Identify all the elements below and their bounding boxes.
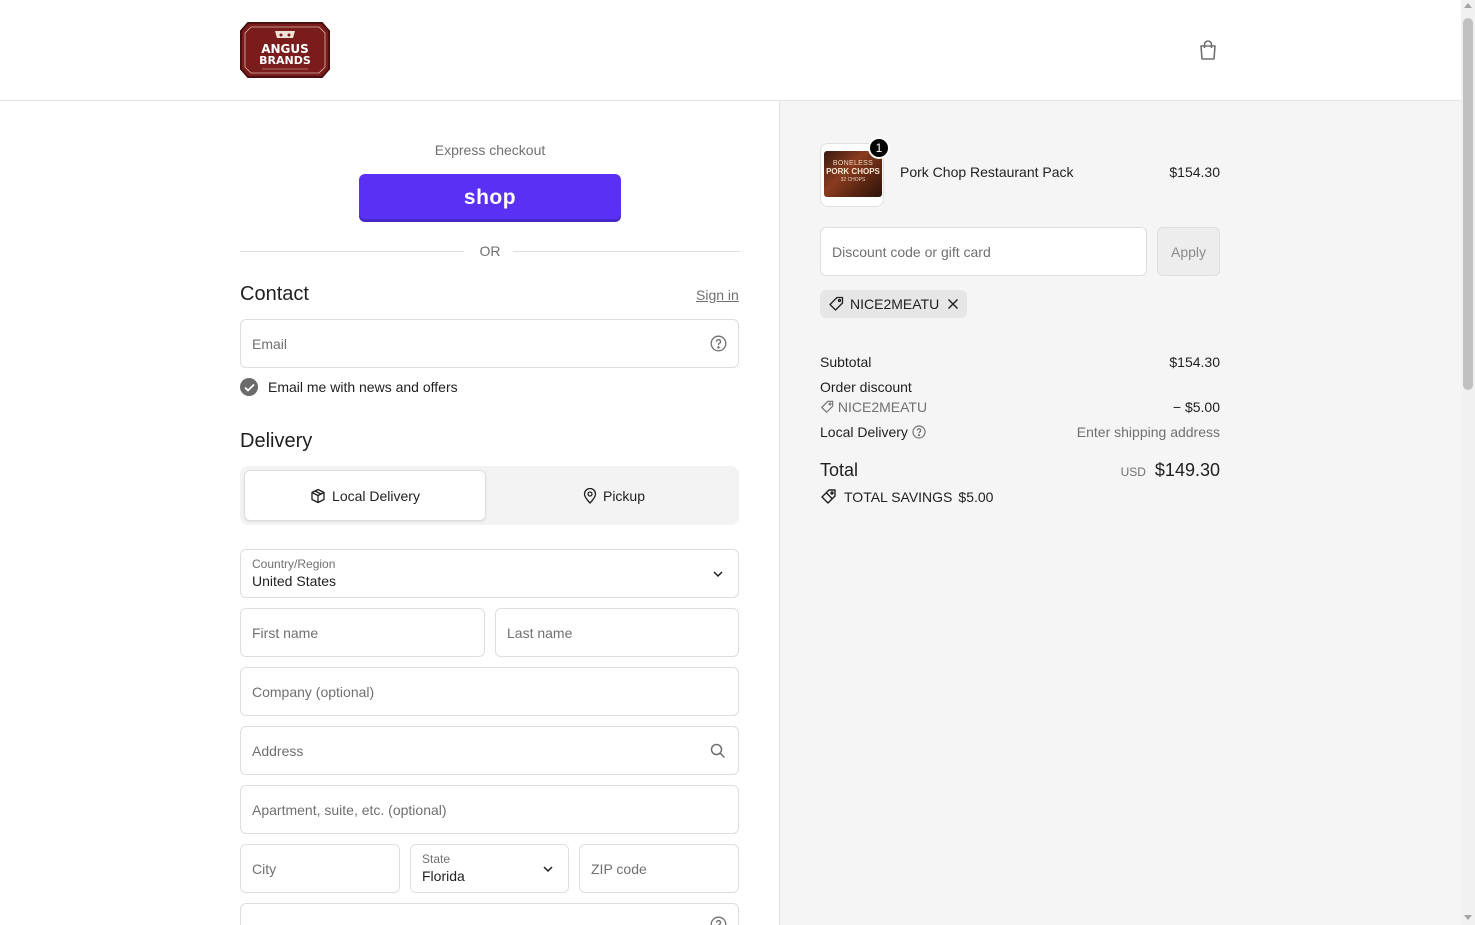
first-name-field-wrapper [240, 608, 485, 657]
shipping-label: Local Delivery [820, 424, 908, 440]
newsletter-row: Email me with news and offers [240, 378, 458, 396]
address-input[interactable] [241, 727, 738, 774]
first-name-input[interactable] [241, 609, 484, 656]
total-savings-row: TOTAL SAVINGS $5.00 [820, 488, 993, 505]
email-input[interactable] [241, 320, 738, 367]
state-select[interactable]: State Florida [410, 844, 569, 893]
local-delivery-option[interactable]: Local Delivery [244, 470, 486, 521]
order-discount-value: − $5.00 [1172, 399, 1220, 415]
scroll-down-arrow-icon[interactable] [1464, 915, 1472, 920]
zip-input[interactable] [580, 845, 738, 892]
search-icon [709, 742, 727, 760]
box-icon [311, 488, 325, 503]
last-name-field-wrapper [495, 608, 739, 657]
delivery-method-toggle: Local Delivery Pickup [240, 466, 739, 525]
apartment-field-wrapper [240, 785, 739, 834]
shipping-value: Enter shipping address [1076, 424, 1220, 440]
apply-button[interactable]: Apply [1157, 227, 1220, 276]
shop-pay-label: shop [463, 186, 517, 209]
savings-value: $5.00 [958, 488, 994, 505]
order-discount-code-row: NICE2MEATU [820, 399, 927, 415]
help-icon[interactable] [912, 425, 926, 439]
country-select[interactable]: Country/Region United States [240, 549, 739, 598]
address-field-wrapper [240, 726, 739, 775]
total-value: $149.30 [1154, 460, 1220, 480]
cart-button[interactable] [1195, 37, 1221, 63]
shopping-bag-icon [1200, 40, 1216, 60]
shop-pay-button[interactable]: shop [359, 174, 621, 222]
close-icon [948, 299, 959, 309]
shipping-row: Local Delivery [820, 424, 926, 440]
checkmark-icon [243, 383, 255, 392]
logo-line2: BRANDS [259, 54, 311, 67]
or-label: OR [479, 243, 501, 259]
local-delivery-label: Local Delivery [332, 487, 420, 504]
order-summary-column [780, 101, 1461, 925]
city-field-wrapper [240, 844, 400, 893]
apartment-input[interactable] [241, 786, 738, 833]
discount-field-wrapper [820, 227, 1147, 276]
savings-label: TOTAL SAVINGS [844, 488, 953, 505]
total-currency: USD [1120, 465, 1146, 479]
state-value: Florida [422, 868, 465, 884]
help-icon[interactable] [709, 915, 727, 925]
chevron-down-icon [709, 565, 727, 583]
location-pin-icon [583, 487, 597, 504]
subtotal-label: Subtotal [820, 354, 872, 370]
country-label: Country/Region [252, 557, 336, 571]
order-discount-code: NICE2MEATU [837, 399, 928, 415]
subtotal-value: $154.30 [1169, 354, 1220, 370]
chevron-down-icon [539, 860, 557, 878]
delivery-title: Delivery [240, 430, 313, 452]
country-value: United States [252, 573, 337, 589]
pickup-label: Pickup [602, 487, 646, 504]
header: ANGUS BRANDS [0, 0, 1461, 101]
express-checkout-label: Express checkout [434, 142, 546, 158]
product-image-text-sub: 32 CHOPS [840, 177, 866, 183]
company-input[interactable] [241, 668, 738, 715]
newsletter-checkbox[interactable] [240, 378, 258, 396]
company-field-wrapper [240, 667, 739, 716]
tag-icon [820, 400, 834, 414]
product-image-text-main: PORK CHOPS [826, 167, 880, 176]
discount-input[interactable] [821, 228, 1146, 275]
phone-field-wrapper [240, 903, 739, 925]
remove-discount-button[interactable] [947, 298, 959, 310]
contact-title: Contact [240, 283, 309, 305]
page-scrollbar[interactable] [1461, 0, 1475, 925]
order-discount-label: Order discount [820, 379, 912, 395]
product-price: $154.30 [1169, 164, 1220, 180]
quantity-badge: 1 [868, 137, 890, 159]
pickup-option[interactable]: Pickup [493, 470, 735, 521]
newsletter-label: Email me with news and offers [268, 379, 458, 395]
product-name: Pork Chop Restaurant Pack [900, 164, 1074, 180]
savings-tag-icon [821, 489, 836, 504]
email-field-wrapper [240, 319, 739, 368]
scroll-thumb[interactable] [1463, 18, 1473, 390]
state-label: State [422, 852, 451, 866]
product-image-text-top: BONELESS [832, 160, 874, 167]
tag-icon [829, 296, 844, 311]
help-icon[interactable] [709, 335, 727, 353]
or-divider: OR [240, 243, 740, 259]
zip-field-wrapper [579, 844, 739, 893]
scroll-up-arrow-icon[interactable] [1464, 3, 1472, 8]
city-input[interactable] [241, 845, 399, 892]
total-label: Total [820, 460, 859, 480]
last-name-input[interactable] [496, 609, 738, 656]
angus-brands-logo[interactable]: ANGUS BRANDS [240, 19, 330, 81]
sign-in-link[interactable]: Sign in [696, 287, 739, 303]
phone-input[interactable] [241, 904, 738, 925]
applied-discount-chip: NICE2MEATU [820, 290, 968, 318]
applied-code: NICE2MEATU [850, 296, 940, 312]
total-value-row: USD $149.30 [1000, 460, 1220, 481]
